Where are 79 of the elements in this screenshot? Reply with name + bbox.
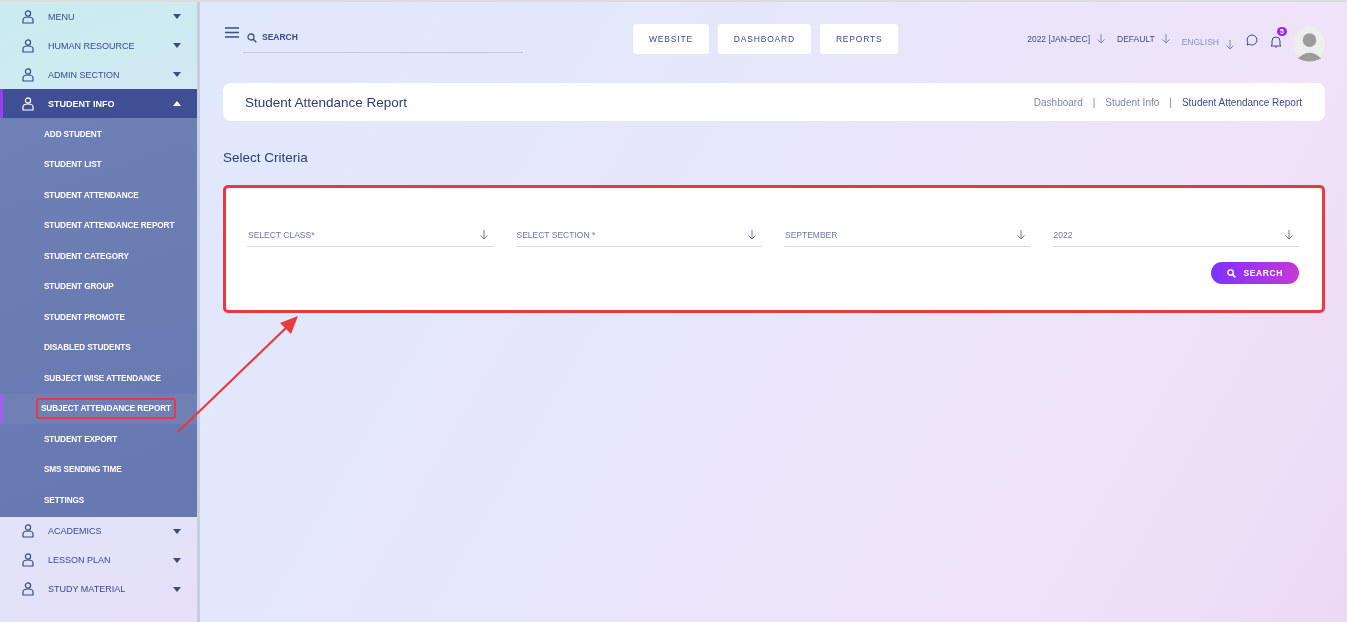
- breadcrumb-link[interactable]: Dashboard: [1033, 96, 1083, 108]
- dropdown[interactable]: DEFAULT: [1117, 34, 1170, 44]
- sidebar-item[interactable]: MENU: [0, 2, 197, 31]
- nav-button[interactable]: REPORTS: [819, 24, 899, 54]
- select-field[interactable]: SELECT CLASS*: [247, 226, 494, 247]
- breadcrumb-separator: |: [1092, 96, 1096, 108]
- arrow-down-icon: [1016, 229, 1025, 240]
- caret-up-icon: [173, 101, 181, 106]
- scrollbar[interactable]: [197, 2, 200, 622]
- sidebar-item[interactable]: ADMIN SECTION: [0, 60, 197, 89]
- person-icon: [22, 9, 34, 24]
- chat-bubble-icon[interactable]: [1246, 34, 1258, 46]
- sidebar-subitem[interactable]: STUDENT EXPORT: [0, 424, 197, 455]
- submenu-link[interactable]: SETTINGS: [39, 489, 90, 511]
- nav-button[interactable]: DASHBOARD: [717, 24, 811, 54]
- page-title: Student Attendance Report: [245, 94, 408, 110]
- select-field[interactable]: SEPTEMBER: [784, 226, 1031, 247]
- sidebar-subitem[interactable]: STUDENT ATTENDANCE: [0, 180, 197, 211]
- dropdown[interactable]: 2022 [JAN-DEC]: [1027, 34, 1106, 44]
- caret-down-icon: [173, 557, 181, 563]
- nav-button[interactable]: WEBSITE: [633, 24, 709, 54]
- sidebar-item[interactable]: ACADEMICS: [0, 516, 197, 546]
- select-field[interactable]: 2022: [1052, 226, 1299, 247]
- arrow-down-icon: [1161, 34, 1170, 44]
- select-field[interactable]: SELECT SECTION *: [515, 226, 762, 247]
- dropdown[interactable]: ENGLISH: [1181, 34, 1234, 50]
- caret-down-icon: [173, 14, 181, 19]
- arrow-down-icon: [748, 229, 756, 240]
- sidebar-subitem[interactable]: STUDENT GROUP: [0, 271, 197, 302]
- person-icon: [22, 38, 34, 53]
- sidebar-subitem[interactable]: SMS SENDING TIME: [0, 454, 197, 485]
- submenu-link[interactable]: STUDENT PROMOTE: [39, 306, 130, 328]
- sidebar-subitem[interactable]: SUBJECT WISE ATTENDANCE: [0, 363, 197, 394]
- submenu-link[interactable]: STUDENT GROUP: [39, 276, 119, 298]
- search-icon: [247, 33, 257, 43]
- section-title: Select Criteria: [223, 150, 309, 165]
- breadcrumb-separator: |: [1169, 96, 1172, 108]
- search-button[interactable]: SEARCH: [1210, 262, 1299, 284]
- submenu-link[interactable]: STUDENT ATTENDANCE REPORT: [39, 215, 180, 237]
- arrow-down-icon: [1285, 229, 1293, 240]
- submenu-link[interactable]: ADD STUDENT: [39, 123, 107, 145]
- person-icon: [22, 96, 34, 111]
- sidebar-item[interactable]: LESSON PLAN: [0, 545, 197, 575]
- sidebar-item[interactable]: STUDY MATERIAL: [0, 574, 197, 604]
- sidebar-item[interactable]: STUDENT INFO: [0, 89, 197, 118]
- sidebar-item[interactable]: HUMAN RESOURCE: [0, 31, 197, 60]
- arrow-down-icon: [1226, 40, 1234, 50]
- submenu-link[interactable]: SMS SENDING TIME: [39, 459, 127, 481]
- sidebar-subitem[interactable]: SUBJECT ATTENDANCE REPORT: [0, 393, 197, 424]
- sidebar-subitem[interactable]: ADD STUDENT: [0, 119, 197, 150]
- caret-down-icon: [173, 43, 181, 48]
- submenu-link[interactable]: STUDENT LIST: [39, 154, 107, 176]
- breadcrumb-link[interactable]: Student Info: [1105, 96, 1160, 108]
- submenu-link[interactable]: SUBJECT WISE ATTENDANCE: [39, 367, 166, 389]
- search-icon: [1226, 268, 1236, 278]
- person-icon: [22, 524, 34, 538]
- sidebar-subitem[interactable]: SETTINGS: [0, 485, 197, 516]
- caret-down-icon: [173, 528, 181, 534]
- sidebar-subitem[interactable]: STUDENT LIST: [0, 149, 197, 180]
- submenu-link[interactable]: DISABLED STUDENTS: [39, 337, 136, 359]
- submenu-link[interactable]: SUBJECT ATTENDANCE REPORT: [36, 398, 176, 420]
- person-icon: [22, 553, 34, 567]
- menu-icon[interactable]: [225, 27, 239, 38]
- caret-down-icon: [173, 586, 181, 592]
- sidebar-subitem[interactable]: STUDENT ATTENDANCE REPORT: [0, 210, 197, 241]
- sidebar-subitem[interactable]: STUDENT CATEGORY: [0, 241, 197, 272]
- search-field[interactable]: SEARCH: [243, 24, 523, 53]
- breadcrumb-link[interactable]: Student Attendance Report: [1181, 96, 1302, 108]
- arrow-down-icon: [1097, 34, 1106, 44]
- sidebar-subitem[interactable]: DISABLED STUDENTS: [0, 332, 197, 363]
- sidebar-subitem[interactable]: STUDENT PROMOTE: [0, 302, 197, 333]
- arrow-down-icon: [479, 229, 488, 240]
- submenu-link[interactable]: STUDENT ATTENDANCE: [39, 184, 144, 206]
- person-icon: [22, 582, 34, 596]
- submenu-link[interactable]: STUDENT EXPORT: [39, 428, 123, 450]
- person-icon: [22, 67, 34, 82]
- bell-icon[interactable]: [1270, 35, 1282, 48]
- submenu-link[interactable]: STUDENT CATEGORY: [39, 245, 134, 267]
- caret-down-icon: [173, 72, 181, 77]
